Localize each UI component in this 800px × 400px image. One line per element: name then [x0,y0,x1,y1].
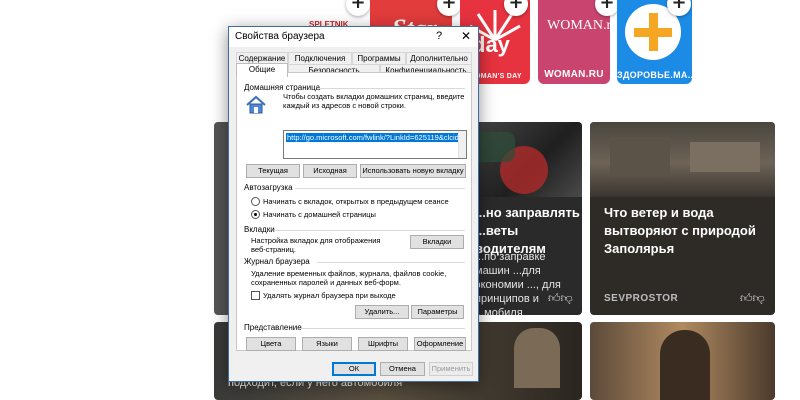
home-page-url: http://go.microsoft.com/fwlink/?LinkId=6… [286,133,458,142]
apply-button[interactable]: Применить [429,362,473,376]
close-icon[interactable]: ✕ [461,29,471,43]
startup-option-2-label: Начинать с домашней страницы [263,210,376,219]
tabs-settings-button[interactable]: Вкладки [410,235,464,249]
history-settings-button[interactable]: Параметры [411,305,464,319]
thumbs-icon[interactable]: 👍︎👎︎ [548,291,573,306]
cancel-button[interactable]: Отмена [380,362,425,376]
use-current-button[interactable]: Текущая [246,164,300,178]
ok-button[interactable]: ОК [332,362,376,376]
divider [317,262,465,263]
card-source: SEVPROSTOR [604,293,679,304]
tabs-heading: Вкладки [244,225,275,234]
startup-home-page-radio[interactable] [251,210,260,219]
use-new-tab-button[interactable]: Использовать новую вкладку [360,164,466,178]
startup-heading: Автозагрузка [244,183,293,192]
tab-general[interactable]: Общие [236,63,288,77]
history-description: Удаление временных файлов, журнала, файл… [251,269,447,287]
news-card-bottom-right[interactable] [590,322,775,400]
browser-properties-dialog: Свойства браузера ? ✕ Содержание Подключ… [228,26,479,382]
help-button[interactable]: ? [436,30,442,42]
home-page-url-field[interactable]: http://go.microsoft.com/fwlink/?LinkId=6… [283,130,467,159]
appearance-heading: Представление [244,323,302,332]
scrollbar[interactable] [458,131,466,158]
delete-history-button[interactable]: Удалить... [355,305,409,319]
thumbs-icon[interactable]: 👍︎👎︎ [740,291,765,306]
delete-history-on-exit-label: Удалять журнал браузера при выходе [263,291,396,300]
languages-button[interactable]: Языки [302,337,352,351]
house-icon [246,95,266,114]
delete-history-on-exit-checkbox[interactable] [251,291,260,300]
startup-option-1-label: Начинать с вкладок, открытых в предыдуще… [263,197,449,206]
history-heading: Журнал браузера [244,257,310,266]
dialog-titlebar[interactable]: Свойства браузера ? ✕ [229,27,478,47]
colors-button[interactable]: Цвета [246,337,296,351]
fonts-button[interactable]: Шрифты [358,337,408,351]
card-image [590,122,775,197]
card-image [514,328,560,388]
use-default-button[interactable]: Исходная [303,164,357,178]
startup-previous-session-radio[interactable] [251,197,260,206]
general-tab-panel: Домашняя страница Чтобы создать вкладки … [236,72,472,351]
dialog-title: Свойства браузера [235,31,325,42]
tabs-description: Настройка вкладок для отображения веб-ст… [251,236,381,254]
news-card-right[interactable]: Что ветер и вода вытворяют с природой За… [590,122,775,315]
tile-caption: ЗДОРОВЬЕ.МА... [617,70,692,80]
divider [295,188,465,189]
home-page-heading: Домашняя страница [244,83,321,92]
home-page-description: Чтобы создать вкладки домашних страниц, … [283,92,465,110]
divider [317,88,465,89]
accessibility-button[interactable]: Оформление [414,337,466,351]
card-image [660,330,710,400]
divider [275,230,465,231]
tile-logo: WOMAN.ru [547,18,610,33]
card-title: Что ветер и вода вытворяют с природой За… [604,205,756,256]
divider [301,328,465,329]
tile-caption: WOMAN.RU [544,69,604,80]
